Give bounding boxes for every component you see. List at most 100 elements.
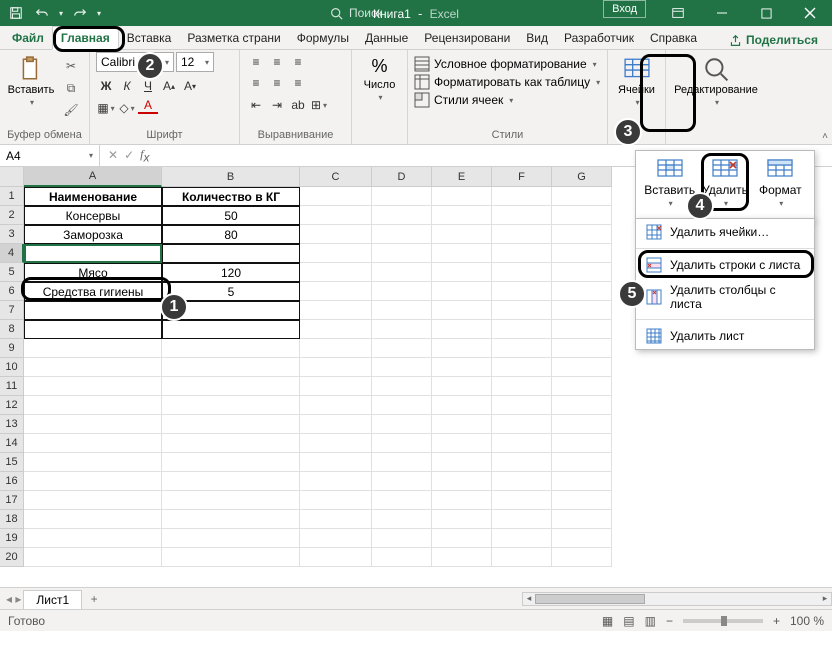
decrease-indent-icon[interactable]: ⇤	[246, 95, 266, 115]
cell[interactable]	[432, 339, 492, 358]
column-header[interactable]: B	[162, 167, 300, 187]
cell[interactable]	[300, 225, 372, 244]
delete-sheet-rows-item[interactable]: Удалить строки с листа	[636, 252, 814, 278]
shrink-font-icon[interactable]: A▾	[180, 76, 200, 96]
cell[interactable]	[162, 510, 300, 529]
row-header[interactable]: 17	[0, 491, 24, 510]
tab-data[interactable]: Данные	[357, 27, 416, 49]
data-cell[interactable]: Средства гигиены	[24, 282, 162, 301]
cell[interactable]	[372, 434, 432, 453]
cell[interactable]	[162, 377, 300, 396]
cell[interactable]	[432, 320, 492, 339]
zoom-slider[interactable]	[683, 619, 763, 623]
sheet-tab[interactable]: Лист1	[23, 590, 82, 609]
cell[interactable]	[432, 510, 492, 529]
cell[interactable]	[162, 434, 300, 453]
cell[interactable]	[552, 206, 612, 225]
cell[interactable]	[492, 263, 552, 282]
enter-formula-icon[interactable]: ✓	[124, 148, 134, 162]
row-header[interactable]: 4	[0, 244, 24, 263]
cell[interactable]	[162, 396, 300, 415]
cell[interactable]	[300, 396, 372, 415]
cell[interactable]	[552, 339, 612, 358]
cell[interactable]	[300, 339, 372, 358]
row-header[interactable]: 20	[0, 548, 24, 567]
row-header[interactable]: 6	[0, 282, 24, 301]
data-cell[interactable]	[24, 301, 162, 320]
cell[interactable]	[492, 548, 552, 567]
search-box[interactable]: Поиск	[330, 6, 382, 20]
column-header[interactable]: F	[492, 167, 552, 187]
undo-icon[interactable]	[30, 2, 54, 24]
qat-dropdown-icon[interactable]: ▾	[94, 2, 104, 24]
cell[interactable]	[552, 320, 612, 339]
cell[interactable]	[552, 472, 612, 491]
cell[interactable]	[372, 548, 432, 567]
cell[interactable]	[372, 225, 432, 244]
tab-home[interactable]: Главная	[52, 26, 119, 50]
cell[interactable]	[372, 244, 432, 263]
cell[interactable]	[372, 339, 432, 358]
cells-button[interactable]: Ячейки ▾	[614, 52, 659, 107]
tab-insert[interactable]: Вставка	[119, 27, 180, 49]
cell[interactable]	[492, 510, 552, 529]
data-cell[interactable]	[24, 244, 162, 263]
cell[interactable]	[162, 548, 300, 567]
tab-file[interactable]: Файл	[4, 27, 52, 49]
column-header[interactable]: A	[24, 167, 162, 187]
editing-button[interactable]: Редактирование ▾	[672, 52, 760, 107]
cell[interactable]	[300, 244, 372, 263]
bold-button[interactable]: Ж	[96, 76, 116, 96]
data-cell[interactable]: Консервы	[24, 206, 162, 225]
cell[interactable]	[432, 244, 492, 263]
data-cell[interactable]: Наименование	[24, 187, 162, 206]
column-header[interactable]: G	[552, 167, 612, 187]
merge-icon[interactable]: ⊞▾	[309, 95, 329, 115]
cell[interactable]	[432, 187, 492, 206]
cell[interactable]	[24, 453, 162, 472]
data-cell[interactable]: Мясо	[24, 263, 162, 282]
number-format-button[interactable]: % Число ▾	[358, 52, 401, 102]
zoom-in-icon[interactable]: +	[773, 614, 780, 628]
cell[interactable]	[552, 548, 612, 567]
align-right-icon[interactable]: ≡	[288, 73, 308, 93]
align-center-icon[interactable]: ≡	[267, 73, 287, 93]
align-top-icon[interactable]: ≡	[246, 52, 266, 72]
cell[interactable]	[300, 434, 372, 453]
cell[interactable]	[432, 396, 492, 415]
maximize-icon[interactable]	[744, 0, 788, 26]
cell[interactable]	[372, 358, 432, 377]
row-header[interactable]: 18	[0, 510, 24, 529]
cell[interactable]	[552, 282, 612, 301]
cell[interactable]	[492, 529, 552, 548]
cell[interactable]	[492, 472, 552, 491]
align-left-icon[interactable]: ≡	[246, 73, 266, 93]
row-header[interactable]: 19	[0, 529, 24, 548]
row-header[interactable]: 11	[0, 377, 24, 396]
cell[interactable]	[432, 282, 492, 301]
name-box[interactable]: A4▾	[0, 145, 100, 167]
cell[interactable]	[552, 377, 612, 396]
format-painter-icon[interactable]: 🖌	[60, 100, 82, 120]
cell-styles-button[interactable]: Стили ячеек▾	[414, 92, 600, 108]
delete-cells-item[interactable]: Удалить ячейки…	[636, 219, 814, 245]
close-icon[interactable]	[788, 0, 832, 26]
font-size-select[interactable]: 12▾	[176, 52, 214, 72]
collapse-ribbon-icon[interactable]: ˄	[822, 131, 828, 142]
cell[interactable]	[432, 434, 492, 453]
cell[interactable]	[492, 187, 552, 206]
cell[interactable]	[300, 529, 372, 548]
cell[interactable]	[300, 206, 372, 225]
tab-formulas[interactable]: Формулы	[289, 27, 357, 49]
cell[interactable]	[432, 415, 492, 434]
cell[interactable]	[300, 415, 372, 434]
cell[interactable]	[162, 339, 300, 358]
copy-icon[interactable]: ⧉	[60, 78, 82, 98]
cell[interactable]	[372, 187, 432, 206]
row-header[interactable]: 14	[0, 434, 24, 453]
cell[interactable]	[300, 282, 372, 301]
cell[interactable]	[162, 453, 300, 472]
cell[interactable]	[300, 187, 372, 206]
cell[interactable]	[162, 415, 300, 434]
zoom-out-icon[interactable]: −	[666, 614, 673, 628]
